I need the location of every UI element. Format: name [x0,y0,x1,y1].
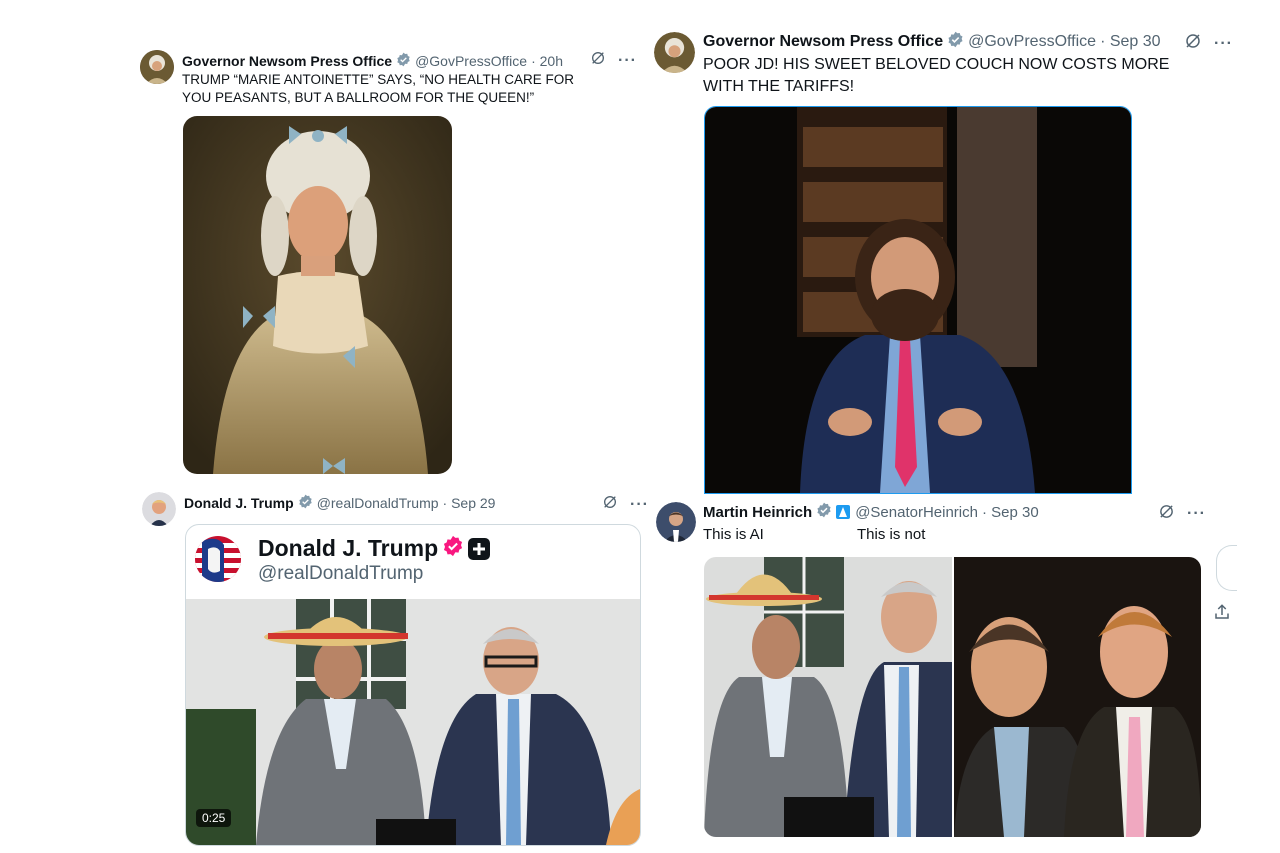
author-name[interactable]: Donald J. Trump [184,495,294,511]
video-duration: 0:25 [196,809,232,827]
label-not-ai: This is not [857,526,926,543]
embedded-post-card[interactable]: Donald J. Trump @realDonaldTrump 0:25 [185,524,641,846]
label-ai: This is AI [703,526,764,543]
grok-icon[interactable] [590,50,606,71]
author-handle[interactable]: @SenatorHeinrich [855,504,978,521]
timestamp[interactable]: · Sep 30 [1100,33,1160,51]
author-handle[interactable]: @GovPressOffice [415,53,527,69]
tweet-video[interactable] [704,106,1132,494]
card-author-name: Donald J. Trump [258,535,439,561]
more-icon[interactable]: ··· [1214,35,1233,53]
tweet-newsom-marie[interactable]: Governor Newsom Press Office @GovPressOf… [140,50,640,480]
tweet-heinrich[interactable]: Martin Heinrich @SenatorHeinrich · Sep 3… [656,502,1216,853]
tweet-trump-video[interactable]: Donald J. Trump @realDonaldTrump · Sep 2… [142,492,648,853]
plus-icon [468,537,491,560]
author-handle[interactable]: @GovPressOffice [968,33,1096,51]
grok-icon[interactable] [1158,503,1175,525]
tweet-text: POOR JD! HIS SWEET BELOVED COUCH NOW COS… [703,56,1170,95]
author-handle[interactable]: @realDonaldTrump [317,495,439,511]
avatar[interactable] [140,50,174,84]
verified-badge-icon [947,31,964,53]
tweet-image[interactable] [183,116,452,474]
side-panel-pill[interactable] [1216,545,1237,591]
grok-icon[interactable] [602,494,618,515]
author-name[interactable]: Martin Heinrich [703,504,812,521]
more-icon[interactable]: ··· [630,496,649,514]
author-name[interactable]: Governor Newsom Press Office [703,33,943,51]
tweet-text: TRUMP “MARIE ANTOINETTE” SAYS, “NO HEALT… [182,72,575,105]
card-avatar [194,535,242,583]
verified-badge-icon [298,494,313,512]
share-icon[interactable] [1213,603,1231,626]
more-icon[interactable]: ··· [1187,505,1206,523]
tweet-images[interactable] [704,557,1201,837]
more-icon[interactable]: ··· [618,52,637,70]
timestamp[interactable]: · Sep 30 [982,504,1039,521]
verified-badge-icon [816,502,832,522]
author-name[interactable]: Governor Newsom Press Office [182,53,392,69]
card-video[interactable]: 0:25 [186,599,640,845]
card-author-handle: @realDonaldTrump [258,563,424,584]
avatar[interactable] [654,32,695,73]
affiliation-badge-icon [836,505,851,519]
avatar[interactable] [142,492,176,526]
verified-badge-icon [396,52,411,70]
timestamp[interactable]: · Sep 29 [443,495,496,511]
grok-icon[interactable] [1184,32,1202,55]
timestamp[interactable]: · 20h [531,53,563,69]
verified-badge-icon [442,535,464,562]
tweet-newsom-couch[interactable]: Governor Newsom Press Office @GovPressOf… [654,31,1234,494]
avatar[interactable] [656,502,696,542]
